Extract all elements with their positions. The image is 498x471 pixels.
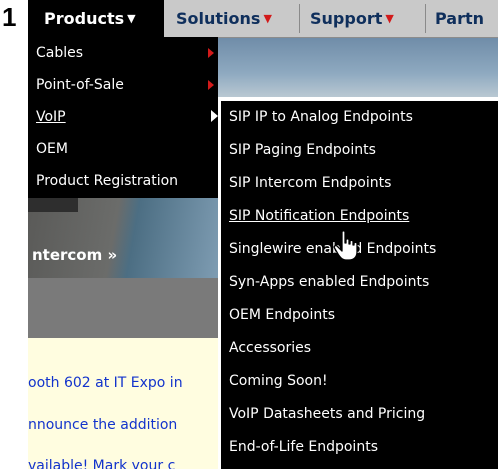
submenu-item[interactable]: VoIP Datasheets and Pricing [221, 398, 425, 430]
nav-support-label: Support [310, 9, 383, 28]
menu-item-label: Cables [36, 45, 84, 61]
submenu-item[interactable]: End-of-Life Endpoints [221, 431, 378, 463]
submenu-item-label: SIP Intercom Endpoints [229, 175, 392, 191]
screenshot-area: ntercom » ooth 602 at IT Expo in nnounce… [28, 0, 498, 469]
nav-partners-label: Partn [435, 9, 485, 28]
submenu-item[interactable]: Coming Soon! [221, 365, 328, 397]
device-image [28, 198, 78, 212]
news-link-1[interactable]: ooth 602 at IT Expo in [28, 375, 183, 391]
submenu-item[interactable]: SIP Paging Endpoints [221, 134, 376, 166]
nav-products-label: Products [44, 9, 125, 28]
news-link-2[interactable]: nnounce the addition [28, 417, 177, 433]
submenu-item-label: Coming Soon! [229, 373, 328, 389]
nav-products[interactable]: Products ▼ [28, 0, 164, 37]
menu-item-label: VoIP [36, 109, 66, 125]
submenu-item[interactable]: Accessories [221, 332, 311, 364]
menu-item-oem[interactable]: OEM [28, 133, 68, 165]
hero-banner-top [218, 37, 498, 97]
nav-solutions[interactable]: Solutions ▼ [176, 0, 272, 37]
submenu-item-label: Syn-Apps enabled Endpoints [229, 274, 430, 290]
menu-item-cables[interactable]: Cables [28, 37, 83, 69]
submenu-item-label: Accessories [229, 340, 312, 356]
grey-band [28, 278, 218, 338]
submenu-item-label: VoIP Datasheets and Pricing [229, 406, 426, 422]
submenu-item[interactable]: Singlewire enabled Endpoints [221, 233, 436, 265]
submenu-arrow-icon [208, 80, 214, 90]
submenu-item[interactable]: Syn-Apps enabled Endpoints [221, 266, 429, 298]
chevron-down-icon: ▼ [263, 12, 272, 25]
menu-item-label: Product Registration [36, 173, 179, 189]
news-link-3[interactable]: vailable! Mark your c [28, 458, 175, 469]
menu-item-product-registration[interactable]: Product Registration [28, 165, 178, 197]
submenu-item-hovered[interactable]: SIP Notification Endpoints [221, 200, 409, 232]
submenu-item[interactable]: SIP IP to Analog Endpoints [221, 101, 413, 133]
products-menu: Cables Point-of-Sale VoIP OEM Product Re… [28, 37, 218, 198]
submenu-arrow-icon [208, 48, 214, 58]
submenu-item-label: OEM Endpoints [229, 307, 335, 323]
menu-item-label: Point-of-Sale [36, 77, 124, 93]
nav-support[interactable]: Support ▼ [310, 0, 394, 37]
intercom-banner-label[interactable]: ntercom » [32, 246, 117, 264]
submenu-item[interactable]: OEM Endpoints [221, 299, 335, 331]
menu-item-label: OEM [36, 141, 68, 157]
menu-item-voip[interactable]: VoIP [28, 101, 66, 133]
step-number: 1 [2, 0, 28, 471]
nav-solutions-label: Solutions [176, 9, 261, 28]
chevron-down-icon: ▼ [385, 12, 394, 25]
submenu-item-label: SIP Paging Endpoints [229, 142, 376, 158]
submenu-open-arrow-icon [211, 110, 218, 122]
submenu-item-label: SIP IP to Analog Endpoints [229, 109, 413, 125]
chevron-down-icon: ▼ [127, 12, 136, 25]
nav-divider [299, 4, 300, 33]
news-panel: ooth 602 at IT Expo in nnounce the addit… [28, 338, 218, 469]
menu-item-point-of-sale[interactable]: Point-of-Sale [28, 69, 124, 101]
submenu-item-label: SIP Notification Endpoints [229, 208, 410, 224]
hand-cursor-icon [333, 230, 358, 261]
top-navigation: Products ▼ Solutions ▼ Support ▼ Partn [28, 0, 498, 38]
submenu-item-label: End-of-Life Endpoints [229, 439, 378, 455]
submenu-item[interactable]: SIP Intercom Endpoints [221, 167, 391, 199]
nav-partners[interactable]: Partn [435, 0, 484, 37]
nav-divider [425, 4, 426, 33]
voip-submenu: SIP IP to Analog Endpoints SIP Paging En… [221, 101, 498, 469]
